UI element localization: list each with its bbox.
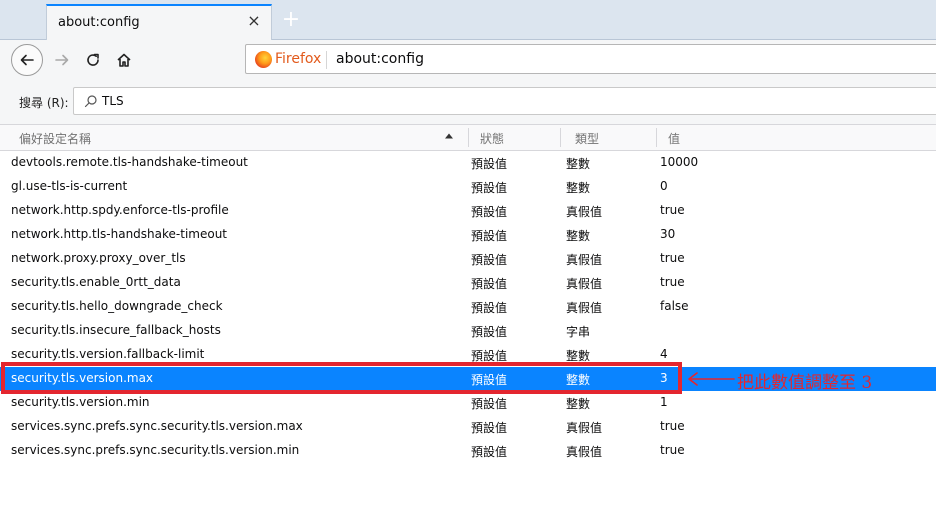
pref-name: network.proxy.proxy_over_tls — [11, 251, 186, 265]
pref-value: 10000 — [660, 155, 699, 169]
pref-type: 真假值 — [566, 301, 603, 315]
pref-type: 字串 — [566, 325, 591, 339]
firefox-logo-icon — [255, 51, 272, 68]
pref-value: true — [660, 251, 685, 265]
pref-type: 真假值 — [566, 205, 603, 219]
pref-type: 真假值 — [566, 421, 603, 435]
reload-icon — [87, 53, 99, 66]
pref-name: gl.use-tls-is-current — [11, 179, 128, 193]
pref-status: 預設值 — [471, 301, 508, 315]
column-separator[interactable] — [656, 128, 657, 147]
plus-icon[interactable]: + — [280, 8, 302, 32]
search-icon — [84, 95, 97, 108]
url-text[interactable]: about:config — [336, 51, 424, 67]
column-header-status[interactable]: 狀態 — [480, 130, 504, 147]
table-row[interactable]: devtools.remote.tls-handshake-timeout 預設… — [0, 151, 936, 175]
pref-status: 預設值 — [471, 181, 508, 195]
pref-status: 預設值 — [471, 157, 508, 171]
pref-value: 4 — [660, 347, 668, 361]
back-button[interactable] — [11, 44, 43, 76]
search-label: 搜尋 (R): — [19, 96, 69, 110]
pref-type: 整數 — [566, 181, 591, 195]
table-row[interactable]: security.tls.insecure_fallback_hosts 預設值… — [0, 319, 936, 343]
reload-button[interactable] — [77, 44, 109, 76]
pref-name: security.tls.enable_0rtt_data — [11, 275, 181, 289]
pref-name: security.tls.version.min — [11, 395, 150, 409]
forward-button[interactable] — [46, 44, 78, 76]
table-row[interactable]: network.http.tls-handshake-timeout 預設值 整… — [0, 223, 936, 247]
pref-name: security.tls.insecure_fallback_hosts — [11, 323, 221, 337]
home-button[interactable] — [108, 44, 140, 76]
url-bar[interactable]: Firefox about:config — [245, 44, 936, 74]
pref-status: 預設值 — [471, 325, 508, 339]
pref-status: 預設值 — [471, 229, 508, 243]
pref-status: 預設值 — [471, 277, 508, 291]
home-icon — [117, 53, 131, 67]
pref-type: 真假值 — [566, 253, 603, 267]
pref-value: false — [660, 299, 689, 313]
pref-value: true — [660, 443, 685, 457]
column-header-name[interactable]: 偏好設定名稱 — [19, 130, 91, 147]
pref-status: 預設值 — [471, 205, 508, 219]
pref-value: true — [660, 419, 685, 433]
pref-name: services.sync.prefs.sync.security.tls.ve… — [11, 419, 303, 433]
table-row[interactable]: security.tls.version.min 預設值 整數 1 — [0, 391, 936, 415]
back-arrow-icon — [20, 54, 34, 66]
close-icon[interactable]: × — [245, 12, 263, 30]
column-header-type[interactable]: 類型 — [575, 130, 599, 147]
pref-status: 預設值 — [471, 421, 508, 435]
table-row[interactable]: gl.use-tls-is-current 預設值 整數 0 — [0, 175, 936, 199]
tab-title: about:config — [58, 15, 140, 30]
column-separator[interactable] — [560, 128, 561, 147]
pref-name: devtools.remote.tls-handshake-timeout — [11, 155, 248, 169]
pref-name: services.sync.prefs.sync.security.tls.ve… — [11, 443, 300, 457]
pref-value: 30 — [660, 227, 676, 241]
sort-descending-icon[interactable] — [444, 131, 454, 141]
table-row[interactable]: network.proxy.proxy_over_tls 預設值 真假值 tru… — [0, 247, 936, 271]
pref-status: 預設值 — [471, 253, 508, 267]
pref-name: network.http.tls-handshake-timeout — [11, 227, 228, 241]
config-search-bar: 搜尋 (R): TLS — [0, 80, 936, 124]
table-row[interactable]: services.sync.prefs.sync.security.tls.ve… — [0, 439, 936, 463]
pref-type: 真假值 — [566, 277, 603, 291]
navigation-toolbar: Firefox about:config — [0, 40, 936, 80]
search-value[interactable]: TLS — [102, 94, 124, 108]
table-header: 偏好設定名稱 狀態 類型 值 — [0, 124, 936, 151]
tab-about-config[interactable]: about:config × — [46, 4, 272, 40]
annotation-highlight-box — [1, 362, 682, 394]
annotation-arrow-icon — [688, 372, 735, 386]
table-row[interactable]: network.http.spdy.enforce-tls-profile 預設… — [0, 199, 936, 223]
firefox-brand-label: Firefox — [275, 51, 322, 67]
column-separator[interactable] — [468, 128, 469, 147]
tab-strip: about:config × + — [0, 0, 936, 40]
pref-status: 預設值 — [471, 397, 508, 411]
pref-name: network.http.spdy.enforce-tls-profile — [11, 203, 229, 217]
pref-value: true — [660, 203, 685, 217]
table-row[interactable]: security.tls.hello_downgrade_check 預設值 真… — [0, 295, 936, 319]
tab-strip-spacer — [0, 0, 46, 40]
column-header-value[interactable]: 值 — [668, 130, 680, 147]
annotation-text: 把此數值調整至 3 — [737, 373, 873, 393]
pref-name: security.tls.version.fallback-limit — [11, 347, 205, 361]
pref-value: true — [660, 275, 685, 289]
pref-value: 0 — [660, 179, 668, 193]
pref-type: 整數 — [566, 229, 591, 243]
pref-status: 預設值 — [471, 445, 508, 459]
search-input[interactable]: TLS — [73, 87, 936, 115]
pref-type: 整數 — [566, 157, 591, 171]
pref-value: 1 — [660, 395, 668, 409]
pref-type: 整數 — [566, 397, 591, 411]
forward-arrow-icon — [55, 54, 69, 66]
pref-name: security.tls.hello_downgrade_check — [11, 299, 223, 313]
pref-type: 真假值 — [566, 445, 603, 459]
table-row[interactable]: security.tls.enable_0rtt_data 預設值 真假值 tr… — [0, 271, 936, 295]
table-row[interactable]: services.sync.prefs.sync.security.tls.ve… — [0, 415, 936, 439]
url-separator — [326, 51, 327, 69]
